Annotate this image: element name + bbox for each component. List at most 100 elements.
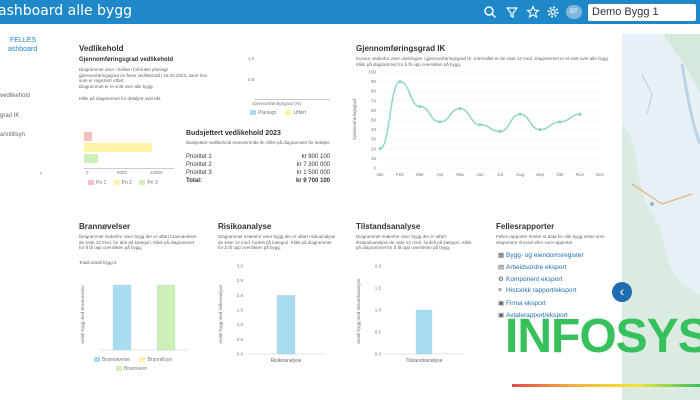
brann-bar-chart[interactable] [96,262,196,352]
data-point [398,80,402,84]
avatar[interactable]: BT [566,5,582,19]
y-tick-label: 0.5 [375,330,382,335]
list-icon: ≡ [498,287,502,294]
gear-icon[interactable] [546,5,560,19]
budget-description: Budsjettert vedlikehold inneværende år. … [186,140,331,145]
y-tick-label: 2.5 [237,278,244,283]
x-axis-line [84,168,174,169]
budget-table[interactable]: Prioritet 1 kr 900 100 Prioritet 2 kr 7 30… [186,153,330,185]
tilstand-bar-chart[interactable]: 2.0 1.5 1.0 0.5 0.0 Tilstandsanalyse [364,262,472,366]
legend-swatch [139,357,146,363]
budget-total-label: Total: [186,178,202,184]
data-point [478,123,482,127]
x-axis-label: Gjennomføringsgrad (%) [252,101,302,106]
budget-label: Prioritet 3 [186,170,212,176]
rapporter-description: Felles rapporter henter ut data for alle… [496,234,605,245]
top-bar: ashboard alle bygg BT Demo Bygg 1 [0,0,700,24]
x-axis-line [254,99,330,100]
y-tick-label: 20 [371,146,377,151]
chevron-left-button[interactable]: ‹ [612,282,632,302]
filter-icon[interactable] [505,5,519,19]
y-tick-label: 80 [371,89,377,94]
data-point [538,128,542,132]
risiko-bar-chart[interactable]: 3.0 2.5 2.0 1.5 1.0 0.5 0.0 Risikoanalyse [226,262,334,366]
search-icon[interactable] [483,5,497,19]
x-tick-label: Jan [376,172,384,177]
brann-legend-2: Brannvern [116,366,147,372]
legend-label: Brannvern [124,366,148,372]
y-tick-label: 1.0 [248,56,255,61]
bar-pri-3 [84,154,98,163]
ik-title: Gjennomføringsgrad IK [356,44,446,53]
sidebar-section-felles: FELLES ashboard [8,36,37,54]
y-tick-label: 90 [371,79,377,84]
bar [276,295,296,355]
bar [112,284,132,351]
x-tick-label: Okt [556,172,564,177]
risiko-description: Diagrammet nedenfor viser bygg der er ut… [218,234,336,250]
link-komponent-eksport[interactable]: ⚙ Komponent eksport [498,275,562,283]
page-title: ashboard alle bygg [0,3,132,19]
sidebar-item-grad-ik[interactable]: grad IK [0,113,19,119]
budget-value: kr 1 500 000 [296,170,330,176]
y-tick-label: 0.5 [237,337,244,342]
x-tick-label: Apr [436,172,444,177]
link-label: Firma eksport [506,300,546,307]
legend-swatch [113,180,120,186]
legend-swatch [139,180,146,186]
link-label: Arbeidsordre eksport [506,264,567,271]
y-tick-label: 2.0 [375,264,382,269]
vedlikehold-subtitle: Gjennomføringsgrad vedlikehold [79,57,174,63]
ik-line-chart[interactable]: 0 10 20 30 40 50 60 70 80 90 100 Jan Feb Mar Apr Mai Jun… [360,68,610,180]
budget-label: Prioritet 1 [186,154,212,160]
document-icon: ▣ [498,300,505,307]
star-icon[interactable] [526,5,540,19]
budget-label: Prioritet 2 [186,162,212,168]
budget-value: kr 7 300 000 [296,162,330,168]
y-tick-label: 1.0 [375,308,382,313]
y-tick-label: 10 [371,156,377,161]
x-tick-label: 10000 [150,170,163,175]
data-point [418,104,422,109]
vedlikehold-legend: Planlagt Utført [250,110,306,116]
clipboard-icon: ▤ [498,264,505,271]
link-arbeidsordre-eksport[interactable]: ▤ Arbeidsordre eksport [498,263,566,271]
y-tick-label: 70 [371,98,377,103]
logo-underline [512,384,700,387]
x-tick-label: Mai [456,172,463,177]
project-select[interactable]: Demo Bygg 1 [588,4,696,21]
risiko-y-axis-label: Antall bygg med risikoanalyse [218,284,223,344]
bar [415,309,433,355]
legend-label: Brannøvelse [102,357,131,363]
building-icon: ▦ [498,252,505,259]
link-label: Bygg- og eiendomsregister [506,252,584,259]
brann-y-axis-label: Antall bygg med Brannøvelse [80,285,85,344]
bar-pri-1 [84,132,92,141]
x-tick-label: Des [596,172,605,177]
sidebar-item-dashboard[interactable]: ashboard [8,45,37,54]
link-firma-eksport[interactable]: ▣ Firma eksport [498,299,546,307]
legend-swatch [116,366,122,372]
x-tick-label: Jul [497,172,503,177]
data-point [378,147,382,151]
chevron-left-icon[interactable]: ‹ [40,171,42,177]
risiko-title: Risikoanalyse [218,222,272,231]
y-tick-label: 0.0 [375,352,382,357]
sidebar-item-vedlikehold[interactable]: vedlikehold [0,93,30,99]
legend-label: Branntilsyn [147,357,173,363]
vedlikehold-note: Klikk på diagrammet for detaljert oversi… [79,96,162,101]
link-bygg-eiendomsregister[interactable]: ▦ Bygg- og eiendomsregister [498,251,584,259]
vedlikehold-description: Diagrammet viser i hvilken forbruket pla… [79,67,239,89]
sidebar-item-branntilsyn[interactable]: annitilsyn [0,132,25,138]
x-axis-label: Risikoanalyse [271,358,302,364]
infosys-logo: INFOSYS [505,310,700,363]
data-point [518,112,522,116]
budget-title: Budsjettert vedlikehold 2023 [186,130,281,137]
vedlikehold-desc-line: Diagrammet er et snitt over alle bygg. [79,83,154,89]
sidebar-section-label: FELLES [10,37,37,44]
y-tick-label: 0 [373,166,376,171]
y-tick-label: 3.0 [237,264,244,269]
link-historikk-rapport[interactable]: ≡ Historikk rapport/eksport [498,287,576,294]
priority-bars-chart[interactable] [84,130,174,168]
budget-row: Prioritet 3 kr 1 500 000 [186,169,330,177]
